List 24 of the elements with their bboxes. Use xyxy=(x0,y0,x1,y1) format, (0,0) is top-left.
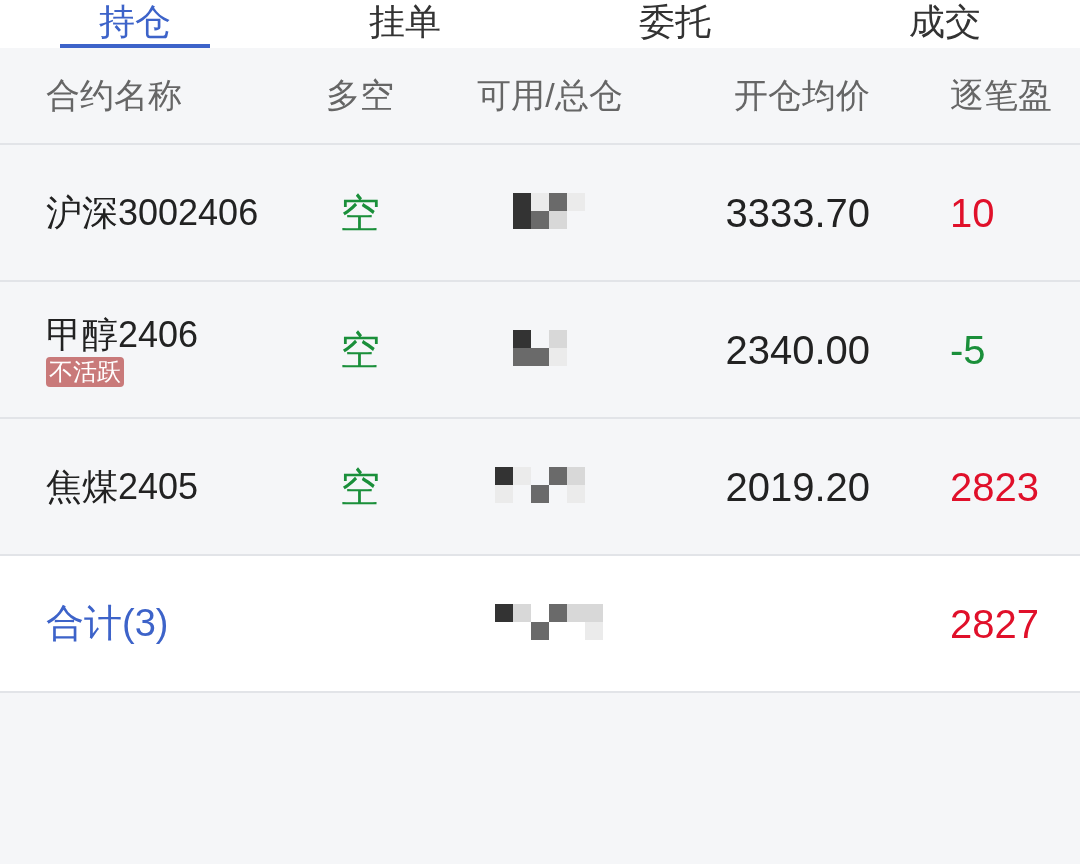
average-price: 2019.20 xyxy=(725,463,870,511)
tab[interactable]: 委托 xyxy=(540,0,810,48)
column-header: 开仓均价 xyxy=(734,75,870,116)
profit-loss: 2823 xyxy=(950,464,1039,509)
column-header: 逐笔盈 xyxy=(950,76,1052,114)
total-profit-loss: 2827 xyxy=(950,601,1039,646)
contract-name: 甲醇2406 xyxy=(46,313,199,357)
profit-loss: -5 xyxy=(950,327,986,372)
direction-label: 空 xyxy=(340,463,380,511)
tab[interactable]: 持仓 xyxy=(0,0,270,48)
total-label: 合计(3) xyxy=(46,602,169,644)
inactive-tag: 不活跃 xyxy=(46,357,124,387)
average-price: 3333.70 xyxy=(725,189,870,237)
column-header: 多空 xyxy=(326,75,394,116)
contract-name: 沪深3002406 xyxy=(46,191,259,235)
average-price: 2340.00 xyxy=(725,326,870,374)
direction-label: 空 xyxy=(340,326,380,374)
column-header: 合约名称 xyxy=(46,76,182,114)
contract-name: 焦煤2405 xyxy=(46,465,199,509)
tab[interactable]: 成交 xyxy=(810,0,1080,48)
tab[interactable]: 挂单 xyxy=(270,0,540,48)
direction-label: 空 xyxy=(340,189,380,237)
column-header: 可用/总仓 xyxy=(477,75,623,116)
profit-loss: 10 xyxy=(950,190,995,235)
